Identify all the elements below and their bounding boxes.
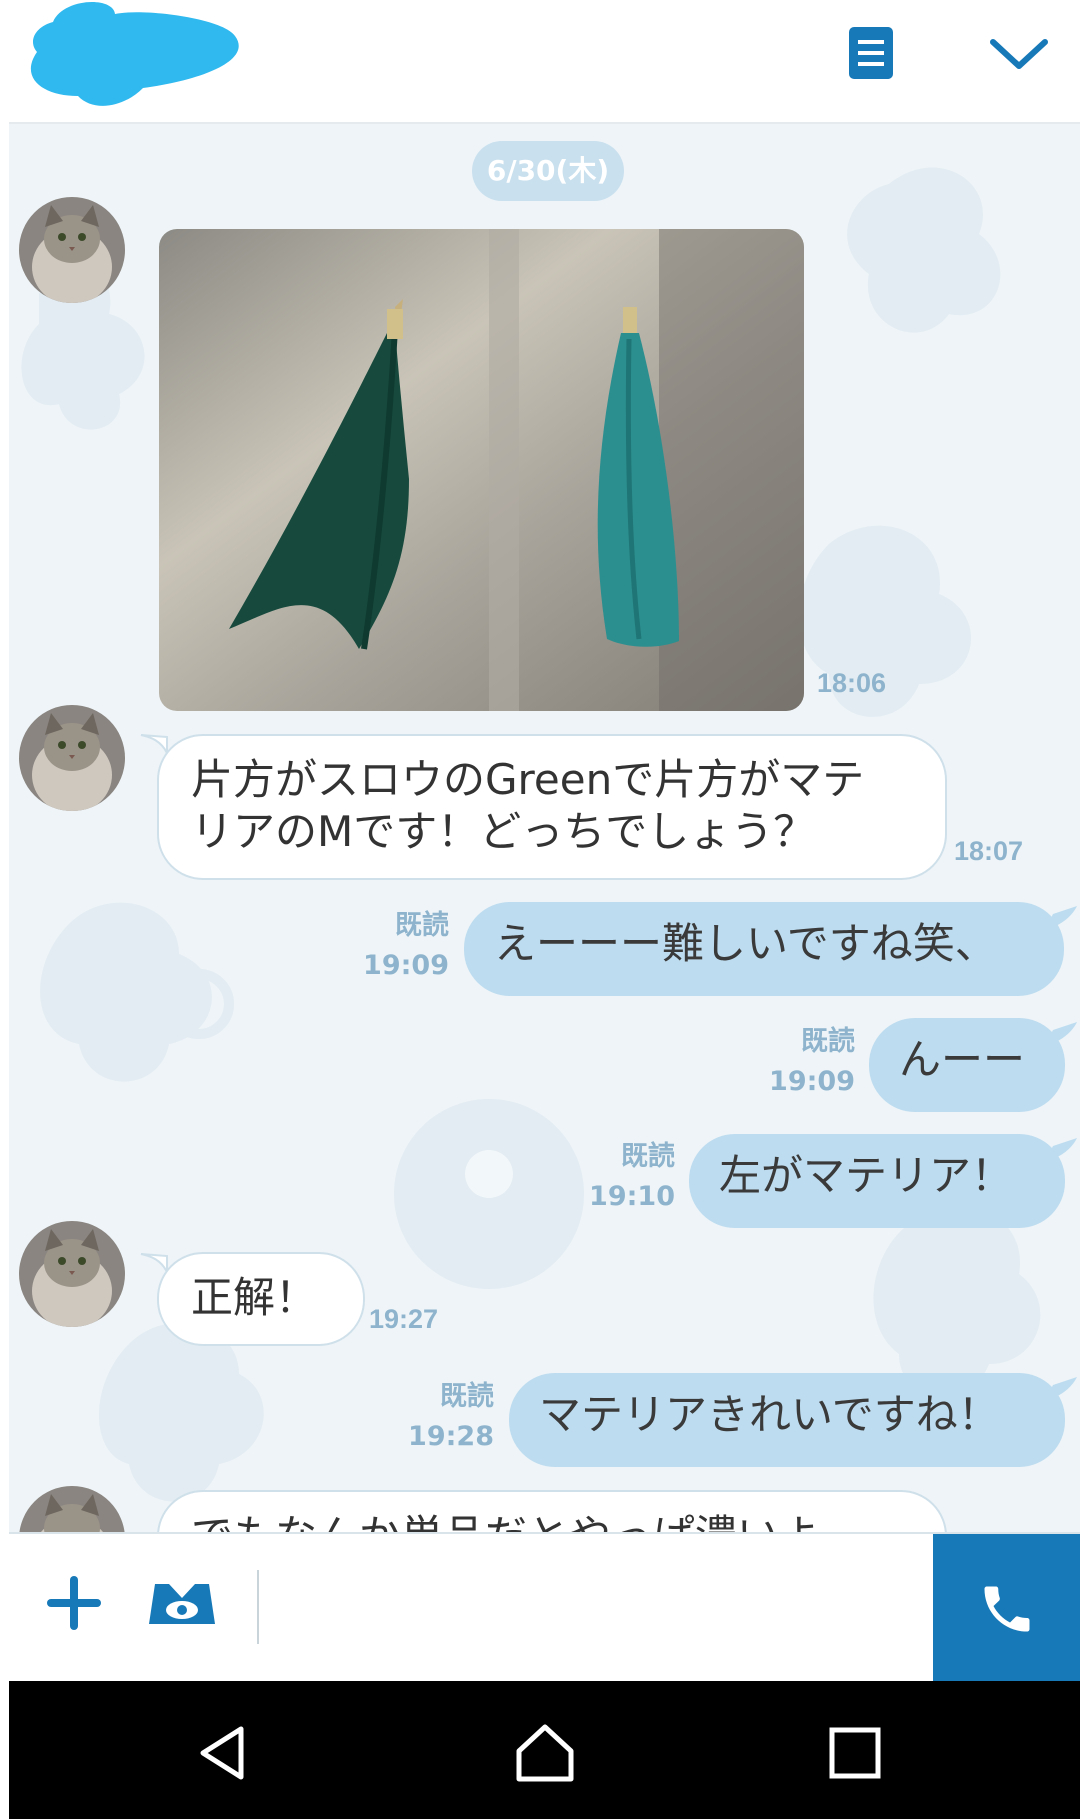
outgoing-message[interactable]: 左がマテリア！ — [689, 1134, 1065, 1228]
contact-avatar[interactable] — [19, 197, 125, 303]
message-time: 18:07 — [954, 836, 1024, 866]
message-list[interactable]: 6/30(木) 18:06 片方がスロウのGreenで片方がマテ リアのMです！… — [9, 124, 1080, 1532]
system-nav-bar — [9, 1681, 1080, 1819]
bubble-tail — [1045, 906, 1077, 930]
message-input[interactable] — [271, 1554, 935, 1664]
outgoing-message[interactable]: マテリアきれいですね！ — [509, 1373, 1065, 1467]
incoming-message[interactable]: 正解！ — [157, 1252, 365, 1346]
chat-header — [9, 0, 1080, 124]
incoming-message[interactable]: でもなんか単品だとやっぱ濃いよ — [157, 1490, 947, 1532]
outgoing-message[interactable]: えーーー難しいですね笑、 — [464, 902, 1064, 996]
bubble-tail — [1045, 1377, 1077, 1401]
sticker-icon[interactable] — [145, 1580, 219, 1628]
message-time: 19:27 — [369, 1304, 439, 1334]
home-icon[interactable] — [515, 1723, 575, 1783]
read-status: 既読 19:09 — [363, 910, 449, 981]
contact-name-redaction[interactable] — [23, 0, 253, 115]
outgoing-message[interactable]: んーー — [869, 1018, 1065, 1112]
call-button[interactable] — [933, 1534, 1080, 1683]
message-line: リアのMです！どっちでしょう？ — [191, 807, 816, 856]
message-line: でもなんか単品だとやっぱ濃いよ — [191, 1510, 913, 1532]
message-line: 片方がスロウのGreenで片方がマテ — [191, 755, 865, 804]
contact-avatar[interactable] — [19, 1221, 125, 1327]
chat-screen: 6/30(木) 18:06 片方がスロウのGreenで片方がマテ リアのMです！… — [9, 0, 1080, 1819]
shared-photo[interactable] — [159, 229, 804, 711]
read-status: 既読 19:09 — [769, 1026, 855, 1097]
incoming-message[interactable]: 片方がスロウのGreenで片方がマテ リアのMです！どっちでしょう？ — [157, 734, 947, 880]
read-status: 既読 19:28 — [408, 1381, 494, 1452]
notes-icon[interactable] — [847, 25, 895, 81]
recents-icon[interactable] — [825, 1723, 885, 1783]
read-status: 既読 19:10 — [589, 1141, 675, 1212]
bubble-tail — [1045, 1022, 1077, 1046]
input-divider — [257, 1570, 259, 1644]
contact-avatar[interactable] — [19, 705, 125, 811]
chevron-down-icon[interactable] — [987, 28, 1051, 78]
message-time: 18:06 — [817, 668, 887, 698]
message-input-bar — [9, 1532, 1080, 1683]
phone-icon — [984, 1586, 1030, 1632]
plus-icon[interactable] — [45, 1574, 103, 1632]
date-separator: 6/30(木) — [472, 141, 624, 201]
bubble-tail — [1045, 1138, 1077, 1162]
back-icon[interactable] — [193, 1723, 253, 1783]
